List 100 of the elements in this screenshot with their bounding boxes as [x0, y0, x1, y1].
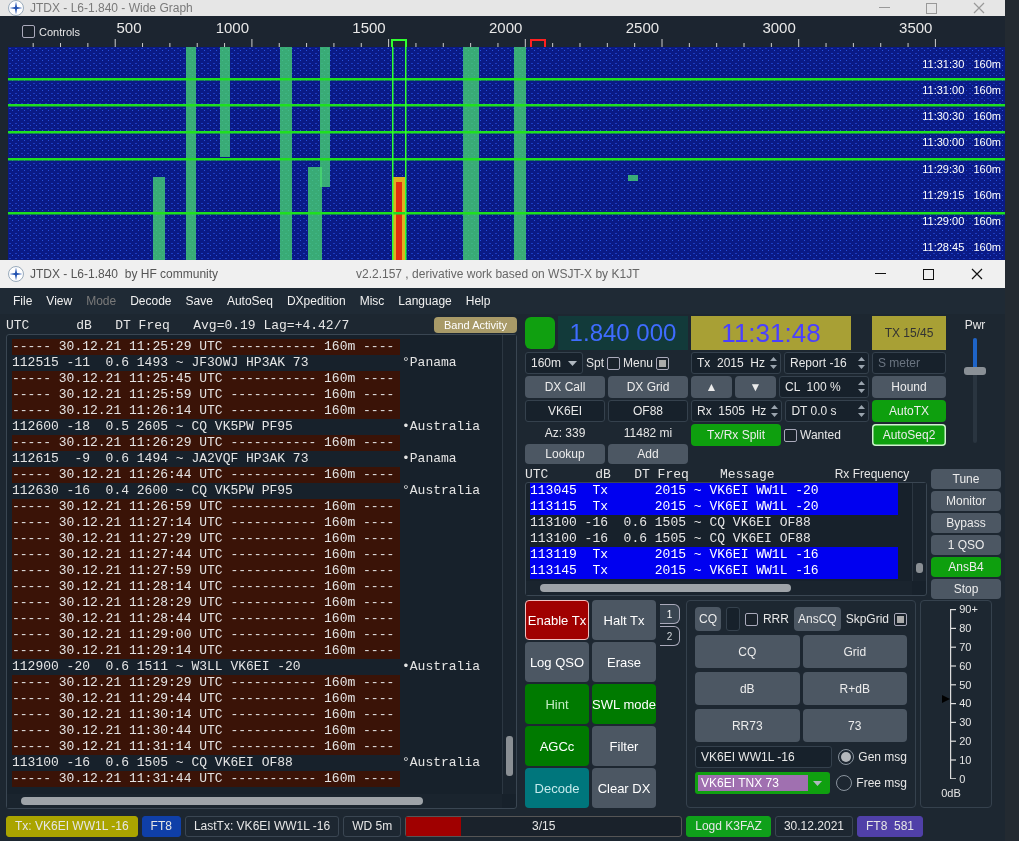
spin-arrows-icon[interactable]: [857, 379, 866, 395]
action-button[interactable]: AGCc: [525, 726, 589, 766]
macro-button[interactable]: 73: [802, 709, 907, 742]
checkbox[interactable]: [894, 612, 907, 626]
macro-button[interactable]: R+dB: [802, 672, 907, 705]
menu-item[interactable]: Help: [458, 294, 498, 308]
lookup-button[interactable]: Lookup: [525, 444, 605, 464]
menu-item[interactable]: Misc: [352, 294, 392, 308]
decode-line[interactable]: 112515 -11 0.6 1493 ~ JF3OWJ HP3AK 73: [12, 355, 400, 371]
vertical-scrollbar[interactable]: [502, 335, 516, 794]
column-header: UTC dB DT Freq Avg=0.19 Lag=+4.42/7: [6, 317, 350, 333]
generated-message-field[interactable]: VK6EI WW1L -16: [695, 746, 833, 768]
period-separator: ----- 30.12.21 11:30:14 UTC ----------- 160m ----: [12, 707, 400, 723]
message-tab[interactable]: 1: [660, 604, 680, 624]
action-button[interactable]: Filter: [592, 726, 656, 766]
decode-line[interactable]: 112600 -18 0.5 2605 ~ CQ VK5PW PF95: [12, 419, 400, 435]
control-button[interactable]: Monitor: [931, 491, 1001, 511]
macro-button[interactable]: CQ: [695, 635, 800, 668]
maximize-icon[interactable]: [923, 268, 934, 280]
control-button[interactable]: Tune: [931, 469, 1001, 489]
add-button[interactable]: Add: [608, 444, 688, 464]
status-field: 30.12.2021: [774, 815, 853, 837]
period-separator: ----- 30.12.21 11:30:44 UTC ----------- 160m ----: [12, 723, 400, 739]
action-button[interactable]: Clear DX: [592, 768, 656, 808]
menu-item[interactable]: View: [39, 294, 80, 308]
period-separator: ----- 30.12.21 11:26:59 UTC ----------- 160m ----: [12, 499, 400, 515]
checkbox[interactable]: [607, 356, 620, 370]
period-separator: ----- 30.12.21 11:26:29 UTC ----------- 160m ----: [12, 435, 400, 451]
decode-line[interactable]: 112900 -20 0.6 1511 ~ W3LL VK6EI -20: [12, 659, 400, 675]
tx-frequency-spinbox[interactable]: Tx 2015 Hz: [691, 352, 782, 374]
dx-call-button[interactable]: DX Call: [525, 376, 605, 398]
menu-item[interactable]: Decode: [123, 294, 179, 308]
cl-spinbox[interactable]: CL 100 %: [779, 376, 869, 398]
action-button[interactable]: Halt Tx: [592, 600, 656, 640]
menu-item[interactable]: Save: [178, 294, 220, 308]
checkbox[interactable]: [784, 428, 797, 442]
power-slider[interactable]: [964, 338, 986, 443]
spin-arrows-icon[interactable]: [857, 403, 866, 419]
waterfall-time-label: 11:28:45 160m: [921, 240, 1001, 253]
control-button[interactable]: 1 QSO: [931, 535, 1001, 555]
macro-button[interactable]: RR73: [695, 709, 800, 742]
dx-call-field[interactable]: VK6EI: [525, 400, 605, 422]
minimize-icon[interactable]: [875, 273, 886, 275]
menu-item[interactable]: File: [6, 294, 40, 308]
clock-display: 11:31:48: [691, 316, 851, 350]
period-separator: ----- 30.12.21 11:28:44 UTC ----------- 160m ----: [12, 611, 400, 627]
menu-item[interactable]: AutoSeq: [219, 294, 280, 308]
report-spinbox[interactable]: Report -16: [784, 352, 869, 374]
checkbox[interactable]: [744, 612, 758, 626]
macro-button[interactable]: Grid: [802, 635, 907, 668]
spin-arrows-icon[interactable]: [770, 403, 780, 419]
anscq-button[interactable]: AnsCQ: [793, 607, 841, 631]
message-line[interactable]: 113100 -16 0.6 1505 ~ CQ VK6EI OF88: [530, 531, 898, 547]
spin-arrows-icon[interactable]: [857, 355, 866, 371]
checkbox-label: Controls: [39, 25, 80, 38]
action-button[interactable]: Enable Tx: [525, 600, 589, 640]
close-icon[interactable]: [971, 268, 983, 280]
meter-scale-label: 70: [959, 640, 973, 653]
checkbox-label: SkpGrid: [845, 612, 889, 626]
macro-button[interactable]: dB: [695, 672, 800, 705]
rx-frequency-spinbox[interactable]: Rx 1505 Hz: [691, 400, 783, 422]
checkbox-label: Spt: [586, 356, 604, 370]
vertical-scrollbar[interactable]: [912, 483, 926, 581]
up-button[interactable]: ▲: [691, 376, 732, 398]
window-title: JTDX - L6-1.840 - Wide Graph: [30, 1, 193, 15]
s-meter-field[interactable]: S meter: [872, 352, 946, 374]
control-button[interactable]: Stop: [931, 579, 1001, 599]
action-button[interactable]: SWL mode: [592, 684, 656, 724]
meter-scale-label: 40: [959, 697, 973, 710]
tx-period-button[interactable]: TX 15/45: [872, 316, 946, 350]
menu-item[interactable]: Language: [391, 294, 459, 308]
action-button[interactable]: Log QSO: [525, 642, 589, 682]
meter-scale-label: 50: [959, 678, 973, 691]
country-text: •Australia: [401, 659, 480, 675]
decode-line[interactable]: 113100 -16 0.6 1505 ~ CQ VK6EI OF88: [12, 755, 400, 771]
checkbox[interactable]: [22, 25, 35, 38]
control-button[interactable]: Bypass: [931, 513, 1001, 533]
menu-item[interactable]: DXpedition: [279, 294, 353, 308]
frequency-label: 3000: [761, 19, 797, 36]
dx-grid-button[interactable]: DX Grid: [608, 376, 688, 398]
action-button[interactable]: Erase: [592, 642, 656, 682]
free-message-dropdown[interactable]: VK6EI TNX 73: [695, 772, 831, 794]
dx-grid-field[interactable]: OF88: [608, 400, 688, 422]
cq-modifier-field[interactable]: [726, 607, 740, 631]
checkbox[interactable]: [656, 356, 670, 370]
spin-arrows-icon[interactable]: [769, 355, 779, 371]
decode-line[interactable]: 112615 -9 0.6 1494 ~ JA2VQF HP3AK 73: [12, 451, 400, 467]
meter-scale-label: 20: [959, 735, 973, 748]
period-separator: ----- 30.12.21 11:28:14 UTC ----------- 160m ----: [12, 579, 400, 595]
down-button[interactable]: ▼: [735, 376, 776, 398]
checkbox-label: Wanted: [800, 428, 841, 442]
hound-button[interactable]: Hound: [872, 376, 946, 398]
period-separator: ----- 30.12.21 11:27:29 UTC ----------- 160m ----: [12, 531, 400, 547]
band-dropdown[interactable]: 160m: [525, 352, 583, 374]
decode-line[interactable]: 112630 -16 0.4 2600 ~ CQ VK5PW PF95: [12, 483, 400, 499]
dt-spinbox[interactable]: DT 0.0 s: [785, 400, 869, 422]
meter-reading: 0dB: [941, 787, 961, 799]
cq-button[interactable]: CQ: [695, 607, 721, 631]
message-tab[interactable]: 2: [660, 626, 680, 646]
message-line[interactable]: 113100 -16 0.6 1505 ~ CQ VK6EI OF88: [530, 515, 898, 531]
